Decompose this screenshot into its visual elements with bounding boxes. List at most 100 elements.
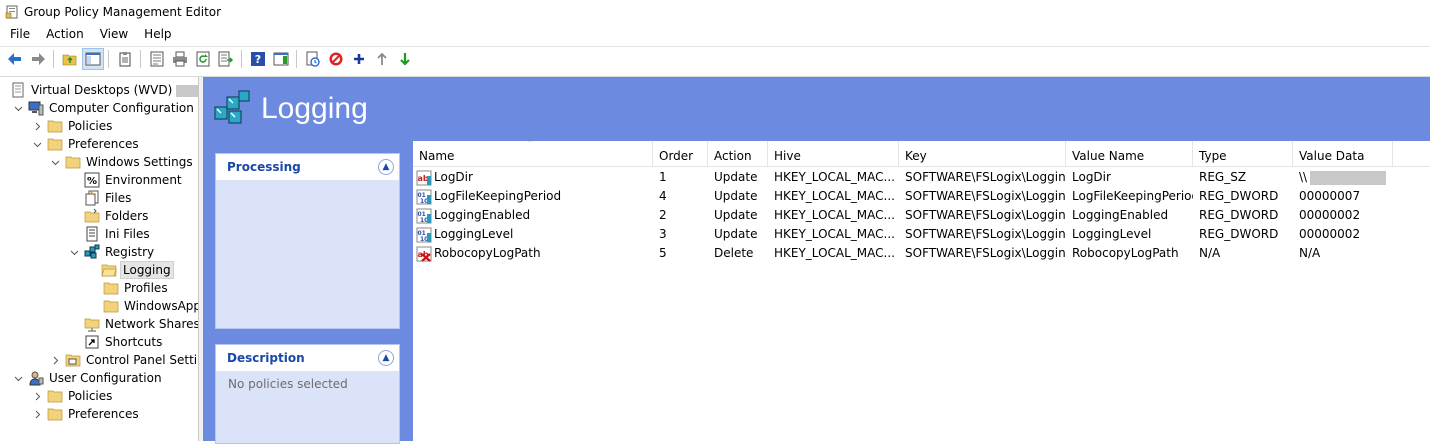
cell-text: Update <box>714 227 758 241</box>
collapse-chevron-icon[interactable] <box>31 138 43 150</box>
column-header-value-name[interactable]: Value Name <box>1066 141 1193 167</box>
column-header-type[interactable]: Type <box>1193 141 1293 167</box>
move-down-icon[interactable] <box>394 48 416 70</box>
menu-action[interactable]: Action <box>37 24 91 44</box>
column-header-key[interactable]: Key <box>899 141 1066 167</box>
up-folder-icon[interactable] <box>59 48 81 70</box>
stop-icon[interactable] <box>325 48 347 70</box>
table-row[interactable]: abRobocopyLogPath5DeleteHKEY_LOCAL_MAC..… <box>413 244 1430 263</box>
tree-item-computer-configuration[interactable]: Computer Configuration <box>12 99 196 117</box>
tree-label: Registry <box>105 245 155 259</box>
new-item-icon[interactable] <box>302 48 324 70</box>
tree-label: WindowsApp <box>124 299 199 313</box>
tree-item-environment[interactable]: % Environment <box>84 171 184 189</box>
print-icon[interactable] <box>169 48 191 70</box>
tree-item-shortcuts[interactable]: Shortcuts <box>84 333 164 351</box>
tree-label: Files <box>105 191 132 205</box>
tree-item-ini-files[interactable]: Ini Files <box>84 225 152 243</box>
content-pane: Logging Processing ▲ Description ▲ No po… <box>203 77 1430 444</box>
back-arrow-icon[interactable] <box>4 48 26 70</box>
tree-label: Network Shares <box>105 317 199 331</box>
cell-name-text: LogDir <box>434 170 473 184</box>
tree-item-folders[interactable]: Folders <box>84 207 150 225</box>
cell-key: SOFTWARE\FSLogix\Logging <box>899 187 1066 206</box>
tree-item-registry[interactable]: Registry <box>68 243 156 261</box>
tree-item-cc-preferences[interactable]: Preferences <box>31 135 141 153</box>
cell-text: SOFTWARE\FSLogix\Logging <box>905 170 1066 184</box>
column-header-action[interactable]: Action <box>708 141 768 167</box>
expand-chevron-icon[interactable] <box>31 390 43 402</box>
cell-text: HKEY_LOCAL_MAC... <box>774 189 895 203</box>
table-row[interactable]: ab LogDir 1 Update HKEY_LOCAL_MAC... SOFTWARE… <box>413 168 1430 187</box>
svg-text:%: % <box>87 176 97 187</box>
export-list-icon[interactable] <box>215 48 237 70</box>
refresh-icon[interactable] <box>192 48 214 70</box>
cell-action: Update <box>708 225 768 244</box>
help-icon[interactable]: ? <box>247 48 269 70</box>
column-header-name[interactable]: Name <box>413 141 653 167</box>
add-icon[interactable] <box>348 48 370 70</box>
show-hide-tree-icon[interactable] <box>82 47 104 70</box>
expand-chevron-icon[interactable] <box>31 408 43 420</box>
cell-key: SOFTWARE\FSLogix\Logging <box>899 206 1066 225</box>
clipboard-icon[interactable] <box>114 48 136 70</box>
registry-icon <box>84 244 100 259</box>
properties-icon[interactable] <box>146 48 168 70</box>
forward-arrow-icon[interactable] <box>27 48 49 70</box>
tree-item-uc-policies[interactable]: Policies <box>31 387 114 405</box>
collapse-up-icon[interactable]: ▲ <box>378 350 394 366</box>
environment-icon: % <box>84 172 100 188</box>
tree-item-user-configuration[interactable]: User Configuration <box>12 369 164 387</box>
collapse-up-icon[interactable]: ▲ <box>378 159 394 175</box>
cell-order: 4 <box>653 187 708 206</box>
show-action-pane-icon[interactable] <box>270 48 292 70</box>
cell-text: SOFTWARE\FSLogix\Logging <box>905 208 1066 222</box>
collapse-chevron-icon[interactable] <box>12 102 24 114</box>
tree-label: Ini Files <box>105 227 150 241</box>
computer-icon <box>28 101 44 116</box>
folder-icon <box>65 156 81 169</box>
tree-item-control-panel-settings[interactable]: Control Panel Settings <box>49 351 198 369</box>
expand-chevron-icon[interactable] <box>31 120 43 132</box>
cell-action: Update <box>708 187 768 206</box>
tree-item-cc-policies[interactable]: Policies <box>31 117 114 135</box>
tree-item-logging[interactable]: Logging <box>101 261 174 279</box>
cell-text: REG_DWORD <box>1199 208 1279 222</box>
tree-item-profiles[interactable]: Profiles <box>103 279 170 297</box>
table-row[interactable]: 01 10 LogFileKeepingPeriod 4 Update HKEY_LOCA… <box>413 187 1430 206</box>
title-bar: Group Policy Management Editor <box>0 0 1430 24</box>
tree-item-network-shares[interactable]: Network Shares <box>84 315 199 333</box>
menu-help[interactable]: Help <box>135 24 178 44</box>
collapse-chevron-icon[interactable] <box>49 156 61 168</box>
column-header-value-data[interactable]: Value Data <box>1293 141 1393 167</box>
tree-item-windowsapp[interactable]: WindowsApp <box>103 297 199 315</box>
description-panel: Description ▲ No policies selected <box>215 344 400 444</box>
folder-icon <box>47 408 63 421</box>
menu-file[interactable]: File <box>0 24 37 44</box>
move-up-icon[interactable] <box>371 48 393 70</box>
folder-icon <box>47 120 63 133</box>
tree-item-windows-settings[interactable]: Windows Settings <box>49 153 195 171</box>
redacted-text <box>176 84 198 97</box>
collapse-chevron-icon[interactable] <box>68 246 80 258</box>
column-header-hive[interactable]: Hive <box>768 141 899 167</box>
cell-text: LoggingEnabled <box>1072 208 1169 222</box>
tree-label: Virtual Desktops (WVD) <box>29 82 198 98</box>
tree-item-root[interactable]: Virtual Desktops (WVD) <box>10 81 198 99</box>
tree-item-files[interactable]: Files <box>84 189 133 207</box>
collapse-chevron-icon[interactable] <box>12 372 24 384</box>
cell-text: 1 <box>659 170 667 184</box>
cell-text: HKEY_LOCAL_MAC... <box>774 208 895 222</box>
menu-view[interactable]: View <box>91 24 135 44</box>
table-row[interactable]: 01 10 LoggingEnabled 2 Update HKEY_LOCAL_MAC.… <box>413 206 1430 225</box>
tree-item-uc-preferences[interactable]: Preferences <box>31 405 141 423</box>
expand-chevron-icon[interactable] <box>49 354 61 366</box>
column-header-order[interactable]: Order <box>653 141 708 167</box>
shortcut-icon <box>85 335 99 349</box>
tree-label: Folders <box>105 209 149 223</box>
tree-label: Preferences <box>68 407 139 421</box>
toolbar-separator <box>140 49 141 68</box>
cell-value-data: 00000002 <box>1293 225 1393 244</box>
table-row[interactable]: 01 10 LoggingLevel 3 Update HKEY_LOCAL_MAC...… <box>413 225 1430 244</box>
toolbar-separator <box>296 49 297 68</box>
